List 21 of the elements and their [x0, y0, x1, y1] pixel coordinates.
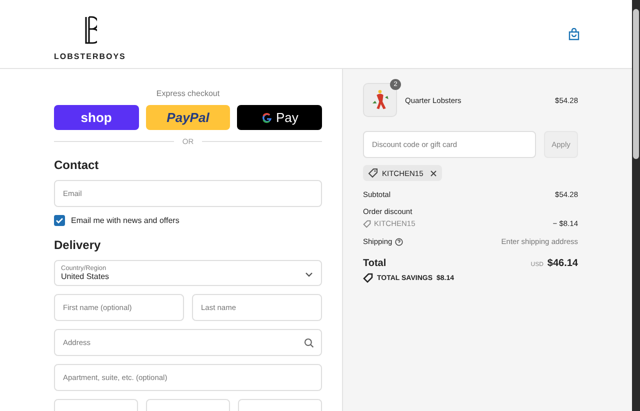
tag-icon — [363, 273, 373, 283]
tag-icon — [363, 220, 371, 228]
search-icon — [304, 338, 314, 348]
newsletter-label: Email me with news and offers — [71, 216, 180, 225]
total-label: Total — [363, 258, 386, 269]
help-icon — [395, 238, 404, 246]
google-pay-button[interactable]: Pay — [237, 105, 322, 130]
express-checkout-title: Express checkout — [155, 89, 221, 98]
scrollbar[interactable] — [632, 0, 640, 411]
google-g-icon — [260, 112, 273, 124]
contact-heading: Contact — [54, 158, 100, 172]
newsletter-checkbox[interactable] — [54, 215, 65, 226]
logo-monogram-icon — [82, 15, 97, 45]
shopping-bag-icon[interactable] — [568, 28, 580, 40]
tag-icon — [368, 168, 378, 178]
chevron-down-icon — [305, 272, 313, 277]
total-value: $46.14 — [547, 258, 578, 269]
paypal-button[interactable]: PayPal — [146, 105, 230, 130]
brand-name: LOBSTERBOYS — [54, 52, 126, 61]
shop-pay-button[interactable]: shop — [54, 105, 139, 130]
delivery-heading: Delivery — [54, 238, 102, 252]
